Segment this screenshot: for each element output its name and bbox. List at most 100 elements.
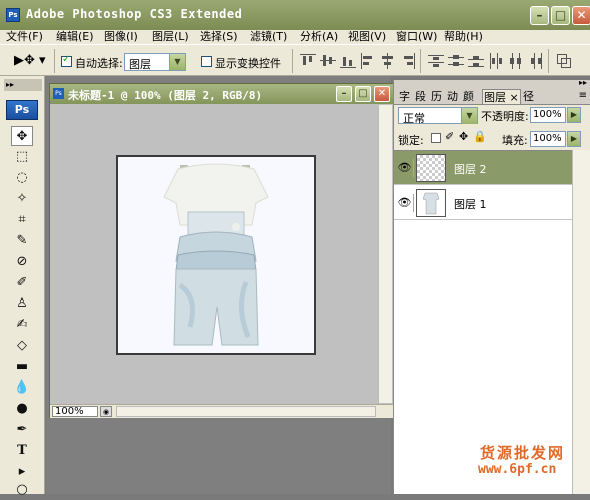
opacity-label: 不透明度:	[481, 110, 529, 123]
lasso-tool-icon[interactable]: ◌	[11, 168, 33, 188]
dodge-tool-icon[interactable]: ●	[11, 399, 33, 419]
menu-edit[interactable]: 编辑(E)	[56, 30, 94, 44]
align-vcenter-icon[interactable]	[320, 53, 336, 69]
document-vertical-scrollbar[interactable]	[378, 105, 392, 403]
tab-paragraph[interactable]: 段	[414, 89, 427, 104]
auto-select-dropdown[interactable]: 图层 ▼	[124, 53, 186, 71]
auto-select-checkbox[interactable]	[61, 54, 72, 67]
distribute-right-icon[interactable]	[528, 53, 544, 69]
tab-history[interactable]: 历	[430, 89, 443, 104]
blend-mode-dropdown[interactable]: 正常 ▼	[398, 107, 478, 125]
menu-help[interactable]: 帮助(H)	[444, 30, 483, 44]
document-horizontal-scrollbar[interactable]	[116, 406, 376, 417]
layer-row-1[interactable]: 👁 图层 1	[394, 186, 572, 220]
align-bottom-icon[interactable]	[340, 53, 356, 69]
magic-wand-tool-icon[interactable]: ✧	[11, 189, 33, 209]
menu-filter[interactable]: 滤镜(T)	[250, 30, 287, 44]
document-window: Ps 未标题-1 @ 100% (图层 2, RGB/8) – □ ✕ 100%…	[49, 83, 394, 418]
options-bar: ▶✥ ▾ 自动选择: 图层 ▼ 显示变换控件	[0, 44, 590, 76]
document-title: 未标题-1 @ 100% (图层 2, RGB/8)	[68, 89, 263, 102]
fill-slider-button[interactable]: ▶	[567, 131, 581, 147]
tab-layers[interactable]: 图层 ×	[482, 89, 521, 104]
canvas[interactable]	[116, 155, 316, 355]
status-info-button[interactable]: ◉	[100, 406, 112, 417]
tab-actions[interactable]: 动	[446, 89, 459, 104]
dress-image	[163, 163, 269, 346]
lock-label: 锁定:	[398, 134, 424, 147]
menu-window[interactable]: 窗口(W)	[396, 30, 437, 44]
eye-icon[interactable]: 👁	[396, 194, 414, 212]
align-top-icon[interactable]	[300, 53, 316, 69]
gradient-tool-icon[interactable]: ▬	[11, 357, 33, 377]
menu-analysis[interactable]: 分析(A)	[300, 30, 338, 44]
brush-tool-icon[interactable]: ✐	[11, 273, 33, 293]
crop-tool-icon[interactable]: ⌗	[11, 210, 33, 230]
distribute-bottom-icon[interactable]	[468, 53, 484, 69]
separator	[54, 49, 55, 73]
doc-minimize-button[interactable]: –	[336, 86, 352, 102]
doc-maximize-button[interactable]: □	[355, 86, 371, 102]
layer-name[interactable]: 图层 2	[454, 161, 487, 177]
type-tool-icon[interactable]: T	[11, 441, 33, 461]
eye-icon[interactable]: 👁	[396, 159, 414, 177]
align-right-icon[interactable]	[400, 53, 416, 69]
panel-grip[interactable]: ▸▸	[394, 78, 590, 88]
layer-name[interactable]: 图层 1	[454, 196, 487, 212]
pen-tool-icon[interactable]: ✒	[11, 420, 33, 440]
distribute-hcenter-icon[interactable]	[508, 53, 524, 69]
tab-paths[interactable]: 径	[522, 89, 535, 104]
menu-select[interactable]: 选择(S)	[200, 30, 238, 44]
tab-color[interactable]: 颜	[462, 89, 475, 104]
canvas-area[interactable]	[50, 104, 393, 403]
fill-input[interactable]: 100%	[530, 131, 566, 147]
history-brush-tool-icon[interactable]: ✍	[11, 315, 33, 335]
opacity-input[interactable]: 100%	[530, 107, 566, 123]
separator	[548, 49, 549, 73]
close-button[interactable]: ✕	[572, 6, 590, 25]
minimize-button[interactable]: –	[530, 6, 549, 25]
close-icon[interactable]: ×	[510, 91, 519, 104]
distribute-vcenter-icon[interactable]	[448, 53, 464, 69]
menu-image[interactable]: 图像(I)	[104, 30, 138, 44]
healing-brush-tool-icon[interactable]: ⊘	[11, 252, 33, 272]
panel-menu-icon[interactable]: ≡	[579, 90, 587, 101]
blur-tool-icon[interactable]: 💧	[11, 378, 33, 398]
chevron-down-icon: ▼	[169, 54, 185, 70]
panel-collapse-icon[interactable]: ▸▸	[579, 78, 587, 87]
layer-row-2[interactable]: 👁 图层 2	[394, 151, 572, 185]
zoom-level-field[interactable]: 100%	[52, 406, 98, 417]
distribute-left-icon[interactable]	[488, 53, 504, 69]
fill-label: 填充:	[502, 134, 528, 147]
chevron-down-icon: ▼	[461, 108, 477, 124]
document-title-bar[interactable]: Ps 未标题-1 @ 100% (图层 2, RGB/8) – □ ✕	[50, 84, 393, 104]
opacity-slider-button[interactable]: ▶	[567, 107, 581, 123]
align-left-icon[interactable]	[360, 53, 376, 69]
auto-align-layers-icon[interactable]	[556, 53, 572, 69]
move-tool-preset-icon[interactable]: ▶✥ ▾	[14, 53, 46, 68]
shape-tool-icon[interactable]: ○	[11, 480, 33, 500]
lock-all-icon[interactable]: 🔒	[473, 130, 487, 143]
move-tool-icon[interactable]: ✥	[11, 126, 33, 146]
marquee-tool-icon[interactable]: ⬚	[11, 147, 33, 167]
lock-position-icon[interactable]: ✥	[459, 130, 468, 143]
show-transform-checkbox[interactable]	[201, 56, 212, 67]
layers-vertical-scrollbar[interactable]	[572, 150, 590, 494]
path-selection-tool-icon[interactable]: ▸	[11, 462, 33, 482]
dress-thumbnail	[422, 192, 440, 215]
tab-character[interactable]: 字	[398, 89, 411, 104]
menu-file[interactable]: 文件(F)	[6, 30, 43, 44]
distribute-top-icon[interactable]	[428, 53, 444, 69]
photoshop-app-icon: Ps	[6, 8, 20, 22]
menu-layer[interactable]: 图层(L)	[152, 30, 189, 44]
doc-close-button[interactable]: ✕	[374, 86, 390, 102]
maximize-button[interactable]: □	[551, 6, 570, 25]
align-hcenter-icon[interactable]	[380, 53, 396, 69]
lock-transparent-pixels-icon[interactable]	[431, 133, 441, 143]
photoshop-logo[interactable]: Ps	[6, 100, 38, 120]
eyedropper-tool-icon[interactable]: ✎	[11, 231, 33, 251]
menu-view[interactable]: 视图(V)	[348, 30, 386, 44]
eraser-tool-icon[interactable]: ◇	[11, 336, 33, 356]
lock-image-pixels-icon[interactable]: ✐	[445, 130, 454, 143]
toolbar-grip[interactable]: ▸▸	[4, 79, 42, 91]
clone-stamp-tool-icon[interactable]: ♙	[11, 294, 33, 314]
